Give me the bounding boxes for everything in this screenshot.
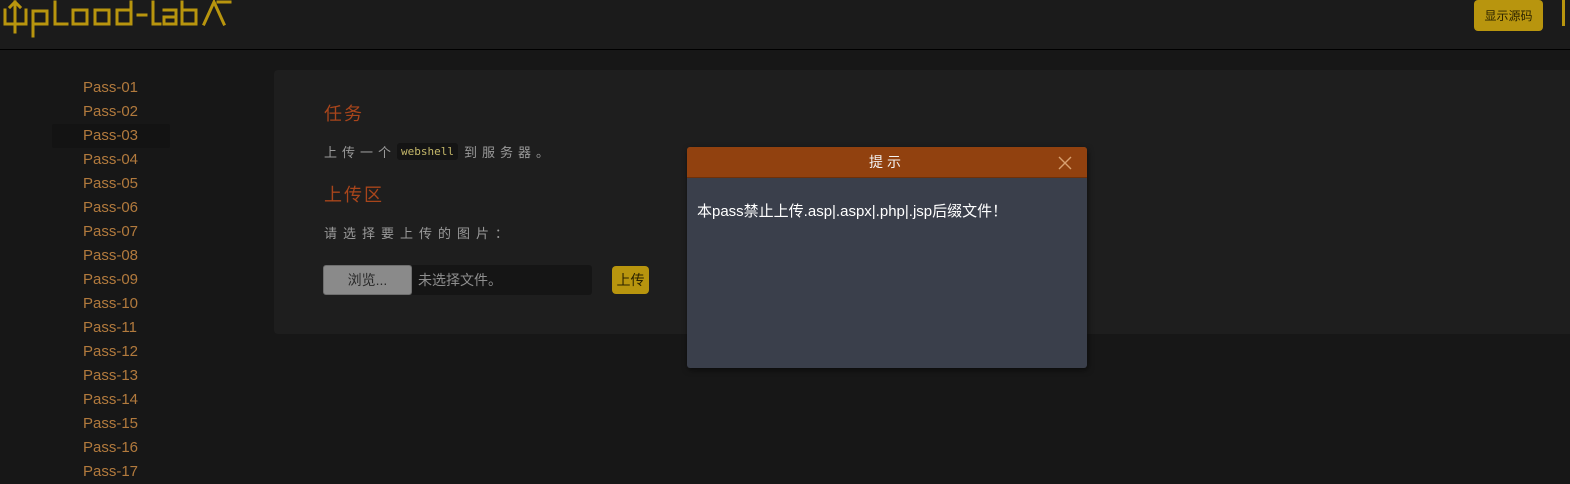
- sidebar-item-pass-09[interactable]: Pass-09: [52, 268, 170, 292]
- sidebar-item-pass-12[interactable]: Pass-12: [52, 340, 170, 364]
- task-title: 任务: [324, 104, 364, 124]
- sidebar-item-pass-01[interactable]: Pass-01: [52, 76, 170, 100]
- upload-area-title: 上传区: [324, 185, 384, 205]
- sidebar-item-pass-15[interactable]: Pass-15: [52, 412, 170, 436]
- dialog-message: 本pass禁止上传.asp|.aspx|.php|.jsp后缀文件！: [697, 203, 1008, 220]
- sidebar-item-pass-05[interactable]: Pass-05: [52, 172, 170, 196]
- file-name-display[interactable]: 未选择文件。: [412, 265, 592, 295]
- header-edge-accent: [1562, 0, 1565, 26]
- sidebar-item-pass-14[interactable]: Pass-14: [52, 388, 170, 412]
- upload-labs-logo[interactable]: [0, 0, 240, 38]
- task-prefix: 上传一个: [324, 145, 397, 160]
- browse-button[interactable]: 浏览...: [323, 265, 412, 295]
- close-icon[interactable]: [1057, 155, 1073, 171]
- task-description: 上传一个 webshell 到服务器。: [324, 142, 554, 161]
- upload-prompt: 请选择要上传的图片：: [324, 226, 515, 241]
- top-header: 显示源码: [0, 0, 1570, 50]
- dialog-header: 提示: [687, 147, 1087, 178]
- dialog-title: 提示: [869, 154, 905, 170]
- task-suffix: 到服务器。: [464, 145, 555, 160]
- alert-dialog: 提示 本pass禁止上传.asp|.aspx|.php|.jsp后缀文件！: [687, 147, 1087, 368]
- sidebar-item-pass-17[interactable]: Pass-17: [52, 460, 170, 484]
- sidebar-item-pass-07[interactable]: Pass-07: [52, 220, 170, 244]
- webshell-code: webshell: [397, 143, 458, 160]
- sidebar-item-pass-11[interactable]: Pass-11: [52, 316, 170, 340]
- upload-button[interactable]: 上传: [612, 266, 649, 294]
- sidebar-item-pass-08[interactable]: Pass-08: [52, 244, 170, 268]
- sidebar-item-pass-10[interactable]: Pass-10: [52, 292, 170, 316]
- sidebar-item-pass-06[interactable]: Pass-06: [52, 196, 170, 220]
- sidebar-item-pass-03[interactable]: Pass-03: [52, 124, 170, 148]
- sidebar-item-pass-02[interactable]: Pass-02: [52, 100, 170, 124]
- sidebar-item-pass-13[interactable]: Pass-13: [52, 364, 170, 388]
- file-input-row: 浏览... 未选择文件。 上传: [323, 265, 649, 295]
- sidebar-item-pass-04[interactable]: Pass-04: [52, 148, 170, 172]
- sidebar-item-pass-16[interactable]: Pass-16: [52, 436, 170, 460]
- pass-sidebar: Pass-01 Pass-02 Pass-03 Pass-04 Pass-05 Pass-…: [52, 76, 170, 484]
- show-source-button[interactable]: 显示源码: [1474, 0, 1543, 31]
